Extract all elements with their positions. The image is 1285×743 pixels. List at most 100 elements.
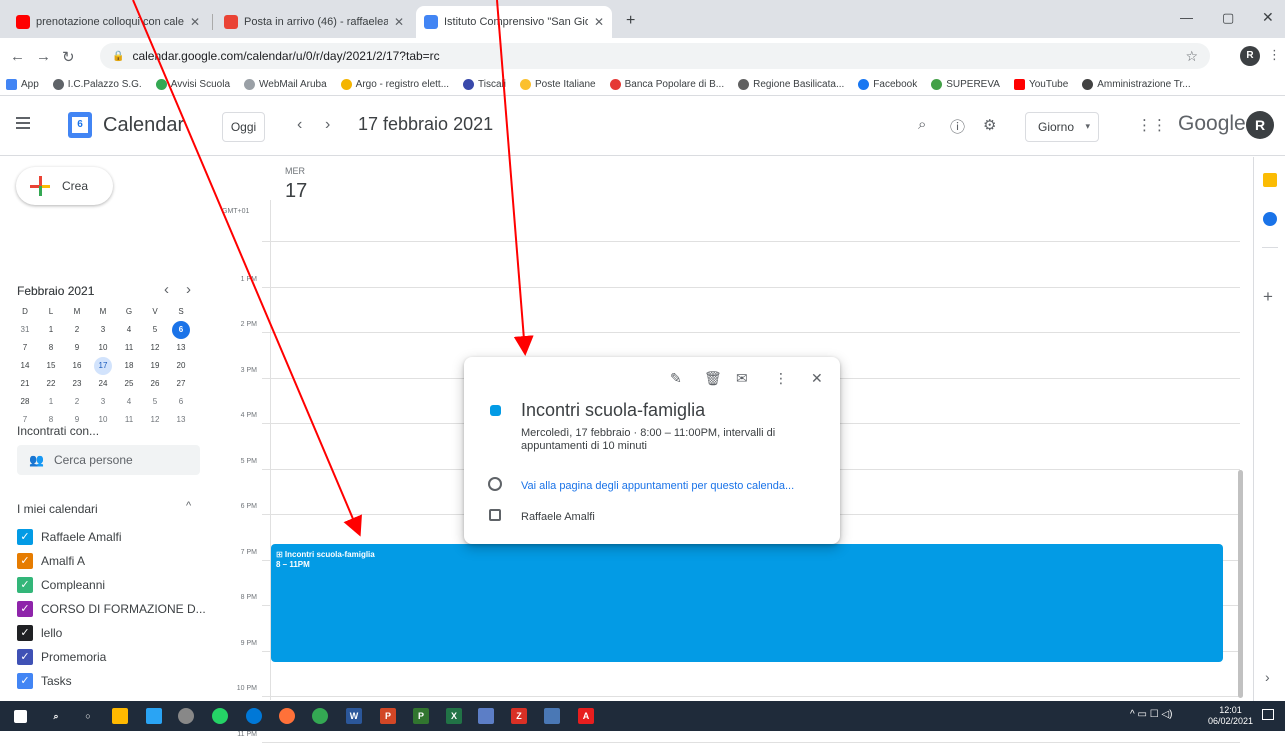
cortana-icon[interactable]: ○: [80, 708, 96, 724]
bookmark-poste[interactable]: Poste Italiane: [520, 79, 596, 90]
close-icon[interactable]: ✕: [811, 370, 823, 387]
mini-day[interactable]: 15: [38, 357, 64, 375]
mini-day[interactable]: 18: [116, 357, 142, 375]
bookmark-webmail[interactable]: WebMail Aruba: [244, 79, 327, 90]
bookmark-icpalazzo[interactable]: I.C.Palazzo S.G.: [52, 79, 142, 90]
close-icon[interactable]: ✕: [594, 15, 604, 29]
mini-day[interactable]: 7: [12, 339, 38, 357]
bookmark-banca[interactable]: Banca Popolare di B...: [609, 79, 724, 90]
tray-icons[interactable]: ^ ▭ ☐ ◁): [1130, 709, 1172, 720]
firefox-icon[interactable]: [279, 708, 295, 724]
bookmark-amministrazione[interactable]: Amministrazione Tr...: [1082, 79, 1191, 90]
scrollbar[interactable]: [1238, 470, 1243, 698]
trash-icon[interactable]: 🗑: [704, 370, 722, 387]
checkbox-icon[interactable]: ✓: [17, 601, 33, 617]
checkbox-icon[interactable]: ✓: [17, 577, 33, 593]
search-icon[interactable]: ⌕: [48, 708, 64, 724]
email-icon[interactable]: ✉: [736, 370, 748, 387]
tab-istituto[interactable]: Istituto Comprensivo "San Giova ✕: [416, 6, 612, 38]
calendar-item[interactable]: ✓ Compleanni: [17, 577, 105, 593]
mini-day[interactable]: 3: [90, 393, 116, 411]
file-explorer-icon[interactable]: [112, 708, 128, 724]
mini-day[interactable]: 25: [116, 375, 142, 393]
event-block[interactable]: ⊞ Incontri scuola-famiglia 8 – 11PM: [271, 544, 1223, 662]
bookmark-app[interactable]: App: [6, 79, 39, 90]
mini-day[interactable]: 13: [168, 411, 194, 429]
mini-day[interactable]: 31: [12, 321, 38, 339]
search-icon[interactable]: ⌕: [918, 116, 926, 133]
mini-day[interactable]: 2: [64, 321, 90, 339]
powerpoint-icon[interactable]: P: [380, 708, 396, 724]
appointments-page-link[interactable]: Vai alla pagina degli appuntamenti per q…: [521, 480, 794, 492]
mini-day[interactable]: 11: [116, 411, 142, 429]
bookmark-facebook[interactable]: Facebook: [858, 79, 917, 90]
more-options-icon[interactable]: ⋮: [774, 370, 788, 387]
create-button[interactable]: Crea: [16, 167, 113, 205]
mini-day[interactable]: 1: [38, 321, 64, 339]
help-icon[interactable]: ⓘ: [950, 116, 965, 137]
checkbox-icon[interactable]: ✓: [17, 625, 33, 641]
bookmark-regione[interactable]: Regione Basilicata...: [738, 79, 844, 90]
mini-day[interactable]: 19: [142, 357, 168, 375]
notification-icon[interactable]: [1262, 709, 1274, 720]
bookmark-tiscali[interactable]: Tiscali: [463, 79, 506, 90]
today-button[interactable]: Oggi: [222, 112, 265, 142]
mini-day[interactable]: 24: [90, 375, 116, 393]
mini-day[interactable]: 5: [142, 393, 168, 411]
close-icon[interactable]: ✕: [190, 15, 200, 29]
account-avatar[interactable]: R: [1246, 111, 1274, 139]
mini-day[interactable]: 3: [90, 321, 116, 339]
back-icon[interactable]: ←: [10, 48, 25, 65]
view-selector[interactable]: Giorno ▾: [1025, 112, 1099, 142]
app-icon[interactable]: Z: [511, 708, 527, 724]
apps-grid-icon[interactable]: ⋮⋮: [1137, 116, 1167, 134]
mini-day[interactable]: 27: [168, 375, 194, 393]
mini-day[interactable]: 14: [12, 357, 38, 375]
clock[interactable]: 12:01 06/02/2021: [1208, 705, 1253, 727]
tasks-icon[interactable]: [1263, 212, 1277, 226]
bookmark-supereva[interactable]: SUPEREVA: [931, 79, 1000, 90]
mini-day[interactable]: 23: [64, 375, 90, 393]
keep-icon[interactable]: [1263, 173, 1277, 187]
app-icon[interactable]: [544, 708, 560, 724]
chevron-left-icon[interactable]: ‹: [297, 116, 302, 134]
calendar-item[interactable]: ✓ Promemoria: [17, 649, 106, 665]
day-number[interactable]: 17: [285, 180, 307, 203]
add-addon-icon[interactable]: +: [1263, 287, 1273, 307]
acrobat-icon[interactable]: A: [578, 708, 594, 724]
calendar-item[interactable]: ✓ CORSO DI FORMAZIONE D...: [17, 601, 206, 617]
browser-menu-icon[interactable]: ⋮: [1268, 47, 1281, 63]
mini-next-icon[interactable]: ›: [186, 281, 191, 298]
url-bar[interactable]: 🔒 calendar.google.com/calendar/u/0/r/day…: [100, 43, 1210, 69]
star-icon[interactable]: ☆: [1185, 48, 1198, 65]
mini-day[interactable]: 4: [116, 393, 142, 411]
mini-day[interactable]: 1: [38, 393, 64, 411]
minimize-icon[interactable]: —: [1180, 10, 1193, 25]
checkbox-icon[interactable]: ✓: [17, 529, 33, 545]
main-menu-icon[interactable]: [16, 117, 30, 132]
mini-day[interactable]: 26: [142, 375, 168, 393]
expand-panel-icon[interactable]: ›: [1265, 669, 1270, 685]
edit-pencil-icon[interactable]: ✎: [670, 370, 682, 387]
checkbox-icon[interactable]: ✓: [17, 553, 33, 569]
calendar-item[interactable]: ✓ Amalfi A: [17, 553, 85, 569]
window-close-icon[interactable]: ✕: [1262, 9, 1274, 26]
mini-day[interactable]: 9: [64, 339, 90, 357]
chevron-up-icon[interactable]: ^: [186, 500, 191, 512]
restore-icon[interactable]: ▢: [1222, 10, 1234, 26]
mini-day[interactable]: 17: [90, 357, 116, 375]
mini-day[interactable]: 28: [12, 393, 38, 411]
mini-day[interactable]: 12: [142, 339, 168, 357]
forward-icon[interactable]: →: [36, 48, 51, 65]
excel-icon[interactable]: X: [446, 708, 462, 724]
settings-gear-icon[interactable]: ⚙: [983, 116, 996, 134]
mini-day[interactable]: 16: [64, 357, 90, 375]
chevron-right-icon[interactable]: ›: [325, 116, 330, 134]
search-people-input[interactable]: 👥 Cerca persone: [17, 445, 200, 475]
bookmark-youtube[interactable]: YouTube: [1013, 79, 1068, 90]
close-icon[interactable]: ✕: [394, 15, 404, 29]
tab-prenotazione[interactable]: prenotazione colloqui con calend ✕: [8, 6, 208, 38]
mini-day[interactable]: 21: [12, 375, 38, 393]
new-tab-button[interactable]: +: [626, 12, 635, 30]
mini-day[interactable]: 20: [168, 357, 194, 375]
